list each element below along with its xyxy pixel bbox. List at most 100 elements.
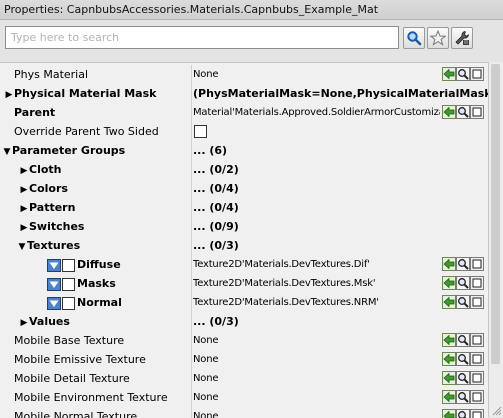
property-row-masks[interactable]: Masks Texture2D'Materials.DevTextures.Ms… [0, 274, 488, 293]
find-in-browser-icon[interactable] [456, 333, 470, 347]
property-row-normal[interactable]: Normal Texture2D'Materials.DevTextures.N… [0, 293, 488, 312]
override-checkbox[interactable] [62, 296, 75, 310]
property-label: Parent [14, 106, 56, 119]
property-value[interactable]: None [193, 388, 440, 407]
expand-arrow-icon[interactable]: ▶ [19, 181, 29, 198]
property-row-physical-material-mask[interactable]: ▶ Physical Material Mask (PhysMaterialMas… [0, 84, 488, 103]
property-row-switches[interactable]: ▶ Switches ... (0/9) [0, 217, 488, 236]
property-row-parent[interactable]: Parent Material'Materials.Approved.Soldi… [0, 103, 488, 122]
property-row-mobile-normal-texture[interactable]: Mobile Normal Texture None [0, 407, 488, 418]
property-row-override-parent-two-sided[interactable]: Override Parent Two Sided [0, 122, 488, 141]
property-value[interactable]: Texture2D'Materials.DevTextures.Dif' [193, 255, 440, 274]
property-value: ... (0/4) [193, 201, 239, 214]
parameter-dropdown-icon[interactable] [47, 277, 61, 291]
property-label: Phys Material [14, 68, 89, 81]
property-label: Textures [27, 239, 81, 252]
property-row-phys-material[interactable]: Phys Material None [0, 65, 488, 84]
property-value[interactable]: Material'Materials.Approved.SoldierArmor… [193, 103, 440, 122]
property-value[interactable]: Texture2D'Materials.DevTextures.NRM' [193, 293, 440, 312]
use-selected-icon[interactable] [442, 105, 456, 119]
clear-icon[interactable] [470, 371, 484, 385]
search-input[interactable] [5, 26, 399, 49]
property-value: ... (0/4) [193, 182, 239, 195]
property-label: Override Parent Two Sided [14, 125, 159, 138]
property-value[interactable]: None [193, 369, 440, 388]
property-row-mobile-base-texture[interactable]: Mobile Base Texture None [0, 331, 488, 350]
expand-arrow-icon[interactable]: ▶ [19, 314, 29, 331]
use-selected-icon[interactable] [442, 295, 456, 309]
find-in-browser-icon[interactable] [456, 371, 470, 385]
clear-icon[interactable] [470, 257, 484, 271]
parameter-dropdown-icon[interactable] [47, 296, 61, 310]
clear-icon[interactable] [470, 390, 484, 404]
clear-icon[interactable] [470, 295, 484, 309]
property-label: Pattern [29, 201, 76, 214]
property-row-diffuse[interactable]: Diffuse Texture2D'Materials.DevTextures.… [0, 255, 488, 274]
find-in-browser-icon[interactable] [456, 276, 470, 290]
property-value[interactable]: Texture2D'Materials.DevTextures.Msk' [193, 274, 440, 293]
property-row-mobile-detail-texture[interactable]: Mobile Detail Texture None [0, 369, 488, 388]
use-selected-icon[interactable] [442, 390, 456, 404]
property-value: ... (0/2) [193, 163, 239, 176]
window-title: Properties: CapnbubsAccessories.Material… [0, 0, 503, 20]
collapse-arrow-icon[interactable]: ▼ [17, 238, 27, 255]
use-selected-icon[interactable] [442, 276, 456, 290]
parameter-dropdown-icon[interactable] [47, 258, 61, 272]
override-two-sided-checkbox[interactable] [194, 125, 207, 138]
expand-arrow-icon[interactable]: ▶ [4, 86, 14, 103]
property-value: ... (6) [193, 144, 228, 157]
property-row-cloth[interactable]: ▶ Cloth ... (0/2) [0, 160, 488, 179]
property-value[interactable]: None [193, 407, 440, 418]
find-in-browser-icon[interactable] [456, 352, 470, 366]
expand-arrow-icon[interactable]: ▶ [19, 200, 29, 217]
vertical-scrollbar[interactable] [488, 62, 503, 417]
use-selected-icon[interactable] [442, 67, 456, 81]
property-value[interactable]: None [193, 350, 440, 369]
clear-icon[interactable] [470, 67, 484, 81]
property-row-pattern[interactable]: ▶ Pattern ... (0/4) [0, 198, 488, 217]
find-in-browser-icon[interactable] [456, 295, 470, 309]
property-label: Switches [29, 220, 85, 233]
favorites-button[interactable] [427, 27, 449, 49]
expand-arrow-icon[interactable]: ▶ [19, 219, 29, 236]
collapse-arrow-icon[interactable]: ▼ [2, 143, 12, 160]
clear-icon[interactable] [470, 333, 484, 347]
clear-icon[interactable] [470, 276, 484, 290]
property-row-colors[interactable]: ▶ Colors ... (0/4) [0, 179, 488, 198]
use-selected-icon[interactable] [442, 333, 456, 347]
property-value[interactable]: None [193, 65, 440, 84]
search-bar [0, 20, 503, 56]
property-row-mobile-environment-texture[interactable]: Mobile Environment Texture None [0, 388, 488, 407]
search-button[interactable] [403, 27, 425, 49]
property-label: Mobile Environment Texture [14, 391, 168, 404]
property-label: Mobile Base Texture [14, 334, 125, 347]
property-label: Mobile Normal Texture [14, 410, 138, 418]
property-label: Normal [77, 296, 122, 309]
resize-grip-icon[interactable] [489, 403, 503, 417]
clear-icon[interactable] [470, 105, 484, 119]
clear-icon[interactable] [470, 352, 484, 366]
find-in-browser-icon[interactable] [456, 390, 470, 404]
property-row-values[interactable]: ▶ Values ... (0/3) [0, 312, 488, 331]
find-in-browser-icon[interactable] [456, 67, 470, 81]
scrollbar-thumb[interactable] [491, 64, 500, 364]
property-label: Mobile Detail Texture [14, 372, 130, 385]
property-value[interactable]: None [193, 331, 440, 350]
find-in-browser-icon[interactable] [456, 105, 470, 119]
override-checkbox[interactable] [62, 277, 75, 291]
find-in-browser-icon[interactable] [456, 257, 470, 271]
override-checkbox[interactable] [62, 258, 75, 272]
options-button[interactable] [451, 27, 473, 49]
property-label: Parameter Groups [12, 144, 126, 157]
use-selected-icon[interactable] [442, 352, 456, 366]
use-selected-icon[interactable] [442, 371, 456, 385]
property-label: Masks [77, 277, 116, 290]
expand-arrow-icon[interactable]: ▶ [19, 162, 29, 179]
use-selected-icon[interactable] [442, 257, 456, 271]
property-label: Diffuse [77, 258, 121, 271]
property-row-parameter-groups[interactable]: ▼ Parameter Groups ... (6) [0, 141, 488, 160]
property-row-textures[interactable]: ▼ Textures ... (0/3) [0, 236, 488, 255]
property-value: ... (0/3) [193, 315, 239, 328]
property-value[interactable]: (PhysMaterialMask=None,PhysicalMaterialM… [193, 84, 488, 103]
property-row-mobile-emissive-texture[interactable]: Mobile Emissive Texture None [0, 350, 488, 369]
